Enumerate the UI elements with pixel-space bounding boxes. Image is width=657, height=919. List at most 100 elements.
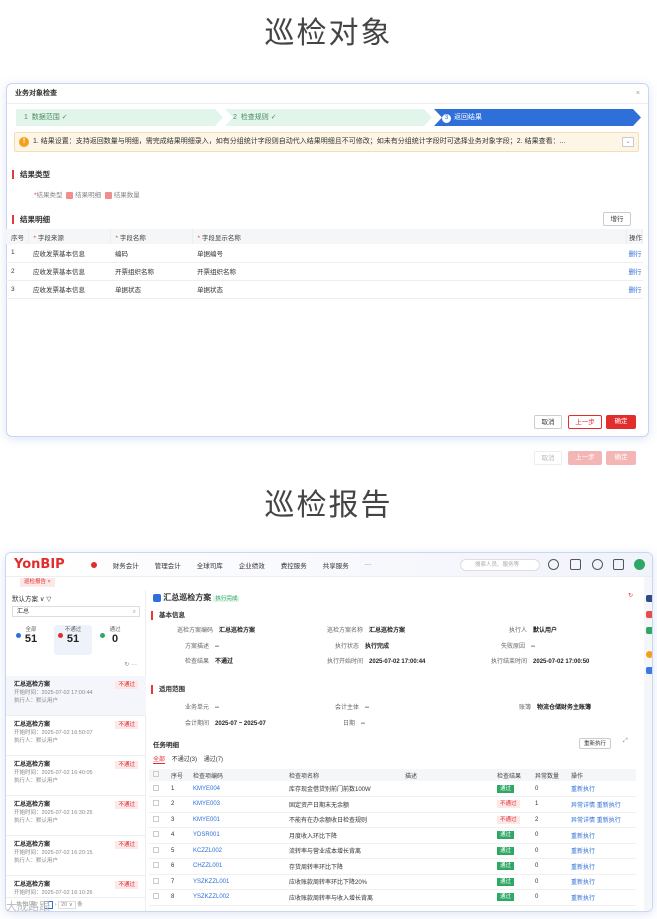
- code-link[interactable]: KMYE004: [189, 781, 285, 797]
- stat-fail[interactable]: 不通过 51: [54, 625, 92, 655]
- tool-icon[interactable]: [646, 595, 652, 602]
- step-2[interactable]: 2 检查规则 ✓: [225, 109, 432, 126]
- cell[interactable]: 单据状态: [110, 280, 192, 299]
- delete-row-link[interactable]: 删行: [626, 280, 643, 299]
- cell[interactable]: 应收发票基本信息: [28, 280, 110, 299]
- row-checkbox[interactable]: [153, 815, 159, 822]
- row-checkbox[interactable]: [153, 831, 159, 838]
- select-all-checkbox[interactable]: [153, 771, 159, 777]
- list-item[interactable]: 汇总巡检方案 开始时间：2025-07-02 16:20:15 执行人：默认用户 不通…: [6, 836, 146, 876]
- settings-icon[interactable]: [592, 559, 603, 570]
- list-item[interactable]: 汇总巡检方案 开始时间：2025-07-02 16:40:05 执行人：默认用户 不通…: [6, 756, 146, 796]
- cell[interactable]: 单据状态: [192, 280, 627, 299]
- rerun-link[interactable]: 重新执行: [571, 896, 595, 902]
- code-link[interactable]: KMYE001: [189, 812, 285, 828]
- avatar[interactable]: [634, 559, 645, 570]
- cancel-button[interactable]: 取消: [534, 415, 562, 429]
- field: 执行结束时间 2025-07-02 17:00:50: [491, 659, 590, 665]
- delete-row-link[interactable]: 删行: [626, 244, 643, 263]
- code-link[interactable]: KMYE003: [189, 796, 285, 813]
- tab-report[interactable]: 巡检报告 ×: [20, 578, 55, 587]
- apps-icon[interactable]: [613, 559, 624, 570]
- refresh-icon[interactable]: ↻ ···: [124, 661, 137, 668]
- home-icon[interactable]: [90, 561, 97, 568]
- cell: 5: [167, 843, 189, 859]
- tool-icon[interactable]: [646, 611, 652, 618]
- cell[interactable]: 应收发票基本信息: [28, 244, 110, 263]
- menu-item[interactable]: 财务会计: [113, 560, 139, 570]
- row-checkbox[interactable]: [153, 846, 159, 853]
- menu-item[interactable]: 全球司库: [197, 560, 223, 570]
- filter-fail[interactable]: 不通过(3): [172, 757, 197, 763]
- filter-icon[interactable]: ▽: [46, 596, 51, 603]
- row-checkbox[interactable]: [153, 877, 159, 884]
- confirm-button[interactable]: 确定: [606, 415, 636, 429]
- list-search-input[interactable]: 汇总 ⌕: [12, 606, 140, 617]
- refresh-icon[interactable]: ↻: [628, 592, 633, 599]
- cell[interactable]: 应收发票基本信息: [28, 262, 110, 281]
- detail-link[interactable]: 异常详情: [571, 818, 595, 824]
- cell[interactable]: 编码: [110, 244, 192, 263]
- menu-item[interactable]: 共享服务: [323, 560, 349, 570]
- stat-all[interactable]: 全部 51: [12, 625, 50, 655]
- row-checkbox[interactable]: [153, 784, 159, 791]
- filter-all[interactable]: 全部: [153, 757, 166, 764]
- cell: 0: [531, 827, 567, 844]
- code-link[interactable]: KCZZL002: [189, 843, 285, 859]
- menu-item[interactable]: 企业绩效: [239, 560, 265, 570]
- list-item[interactable]: 汇总巡检方案 开始时间：2025-07-02 16:30:25 执行人：默认用户 不通…: [6, 796, 146, 836]
- cell[interactable]: 单据编号: [192, 244, 627, 263]
- fullscreen-icon[interactable]: ⤢: [623, 738, 628, 745]
- list-item[interactable]: 汇总巡检方案 开始时间：2025-07-02 16:10:26 不通过: [6, 876, 146, 898]
- tool-icon[interactable]: [646, 651, 652, 658]
- page-size-select[interactable]: 20 ∨: [58, 901, 76, 909]
- list-item[interactable]: 汇总巡检方案 开始时间：2025-07-02 17:00:44 执行人：默认用户 不通…: [6, 676, 146, 716]
- rerun-link[interactable]: 重新执行: [597, 803, 621, 809]
- row-checkbox[interactable]: [153, 800, 159, 807]
- rerun-link[interactable]: 重新执行: [571, 849, 595, 855]
- scheme-select[interactable]: 默认方案 ∨ ▽: [12, 593, 51, 603]
- row-checkbox[interactable]: [153, 862, 159, 869]
- rerun-link[interactable]: 重新执行: [571, 834, 595, 840]
- notice-bar: ! 1. 结果设置：支持返回数量与明细，需完成结果明细录入，如有分组统计字段则自…: [14, 132, 639, 152]
- code-link[interactable]: YSZKZZL002: [189, 889, 285, 906]
- stat-pass[interactable]: 通过 0: [96, 625, 134, 655]
- code-link[interactable]: CHZZL001: [189, 858, 285, 875]
- detail-link[interactable]: 异常详情: [571, 803, 595, 809]
- delete-row-link[interactable]: 删行: [626, 262, 643, 281]
- tool-icon[interactable]: [646, 667, 652, 674]
- rerun-link[interactable]: 重新执行: [571, 880, 595, 886]
- check-icon: ✓: [270, 114, 277, 121]
- close-icon[interactable]: ×: [636, 84, 640, 104]
- step-3[interactable]: 3 返回结果: [434, 109, 641, 126]
- checkbox-count[interactable]: [104, 191, 112, 199]
- step-1[interactable]: 1 数据范围 ✓: [16, 109, 223, 126]
- row-checkbox[interactable]: [153, 893, 159, 900]
- tool-icon[interactable]: [646, 627, 652, 634]
- rerun-link[interactable]: 重新执行: [571, 787, 595, 793]
- expand-icon[interactable]: ⌄: [622, 137, 634, 147]
- code-link[interactable]: YDSR001: [189, 827, 285, 844]
- menu-item[interactable]: 管理会计: [155, 560, 181, 570]
- global-search-input[interactable]: 搜索人员、服务等: [460, 559, 540, 571]
- check-icon: ✓: [61, 114, 68, 121]
- rerun-button[interactable]: 重新执行: [579, 738, 611, 749]
- result-detail-table: 序号 * 字段来源 * 字段名称 * 字段显示名称 操作 1 应收发票基本信息 …: [6, 229, 643, 299]
- filter-pass[interactable]: 通过(7): [204, 757, 223, 763]
- help-icon[interactable]: [548, 559, 559, 570]
- step-label: 数据范围: [31, 114, 60, 121]
- tab-task-detail[interactable]: 任务明细: [153, 739, 179, 749]
- message-icon[interactable]: [570, 559, 581, 570]
- prev-button[interactable]: 上一步: [568, 415, 602, 429]
- code-link[interactable]: YSZKZZL001: [189, 874, 285, 890]
- cell[interactable]: 开票组织名称: [110, 262, 192, 281]
- rerun-link[interactable]: 重新执行: [597, 818, 621, 824]
- rerun-link[interactable]: 重新执行: [571, 865, 595, 871]
- menu-item[interactable]: 费控服务: [281, 560, 307, 570]
- add-row-button[interactable]: 增行: [603, 212, 631, 226]
- col-header: * 字段名称: [110, 229, 193, 244]
- list-item[interactable]: 汇总巡检方案 开始时间：2025-07-02 16:50:07 执行人：默认用户 不通…: [6, 716, 146, 756]
- more-menu[interactable]: ···: [365, 561, 372, 568]
- checkbox-detail[interactable]: [66, 191, 74, 199]
- cell[interactable]: 开票组织名称: [192, 262, 627, 281]
